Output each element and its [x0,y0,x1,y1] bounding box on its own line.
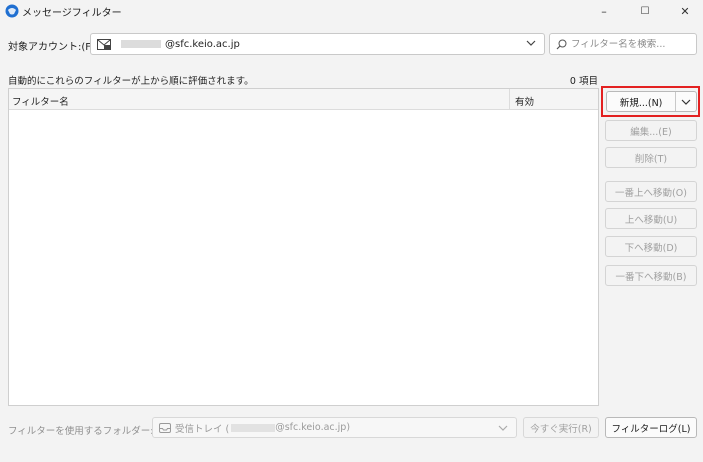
inbox-icon [159,422,171,433]
evaluation-description: 自動的にこれらのフィルターが上から順に評価されます。 [8,76,254,87]
new-filter-split-button[interactable]: 新規...(N) [606,91,697,112]
minimize-button[interactable]: – [581,0,627,22]
item-count: 0 項目 [569,76,598,87]
move-top-button[interactable]: 一番上へ移動(O) [605,181,697,202]
chevron-down-icon [498,425,508,431]
thunderbird-app-icon [5,4,19,18]
close-button[interactable]: ✕ [662,0,703,22]
account-select[interactable]: @sfc.keio.ac.jp [90,33,545,55]
window-title: メッセージフィルター [22,8,122,19]
account-icon [97,38,111,50]
folder-value-suffix: @sfc.keio.ac.jp) [275,422,351,433]
chevron-down-icon [681,99,691,105]
highlight-box: 新規...(N) [601,86,700,117]
column-header-filter-name[interactable]: フィルター名 [12,94,69,108]
column-divider[interactable] [509,89,510,110]
move-down-button[interactable]: 下へ移動(D) [605,236,697,257]
new-filter-button[interactable]: 新規...(N) [607,95,675,109]
run-now-button[interactable]: 今すぐ実行(R) [523,417,599,438]
move-bottom-button[interactable]: 一番下へ移動(B) [605,265,697,286]
move-up-button[interactable]: 上へ移動(U) [605,208,697,229]
filter-list[interactable]: フィルター名 有効 [8,88,599,406]
column-header-enabled[interactable]: 有効 [515,94,534,108]
folder-select[interactable]: 受信トレイ ( @sfc.keio.ac.jp) [152,417,517,438]
new-filter-dropdown[interactable] [676,92,696,111]
delete-button[interactable]: 削除(T) [605,147,697,168]
search-input[interactable] [571,38,695,50]
list-header: フィルター名 有効 [9,89,598,110]
filter-log-button[interactable]: フィルターログ(L) [605,417,697,438]
folder-label: フィルターを使用するフォルダー:(C) [8,426,168,437]
title-bar: メッセージフィルター – ☐ ✕ [0,0,703,22]
account-label: 対象アカウント:(F) [8,42,95,53]
search-box[interactable] [549,33,697,55]
search-icon [556,39,567,49]
redacted-text [121,40,161,48]
chevron-down-icon [526,40,536,46]
folder-value-prefix: 受信トレイ ( [175,423,230,435]
redacted-text [231,423,276,432]
edit-button[interactable]: 編集...(E) [605,120,697,141]
account-value: @sfc.keio.ac.jp [165,38,240,50]
